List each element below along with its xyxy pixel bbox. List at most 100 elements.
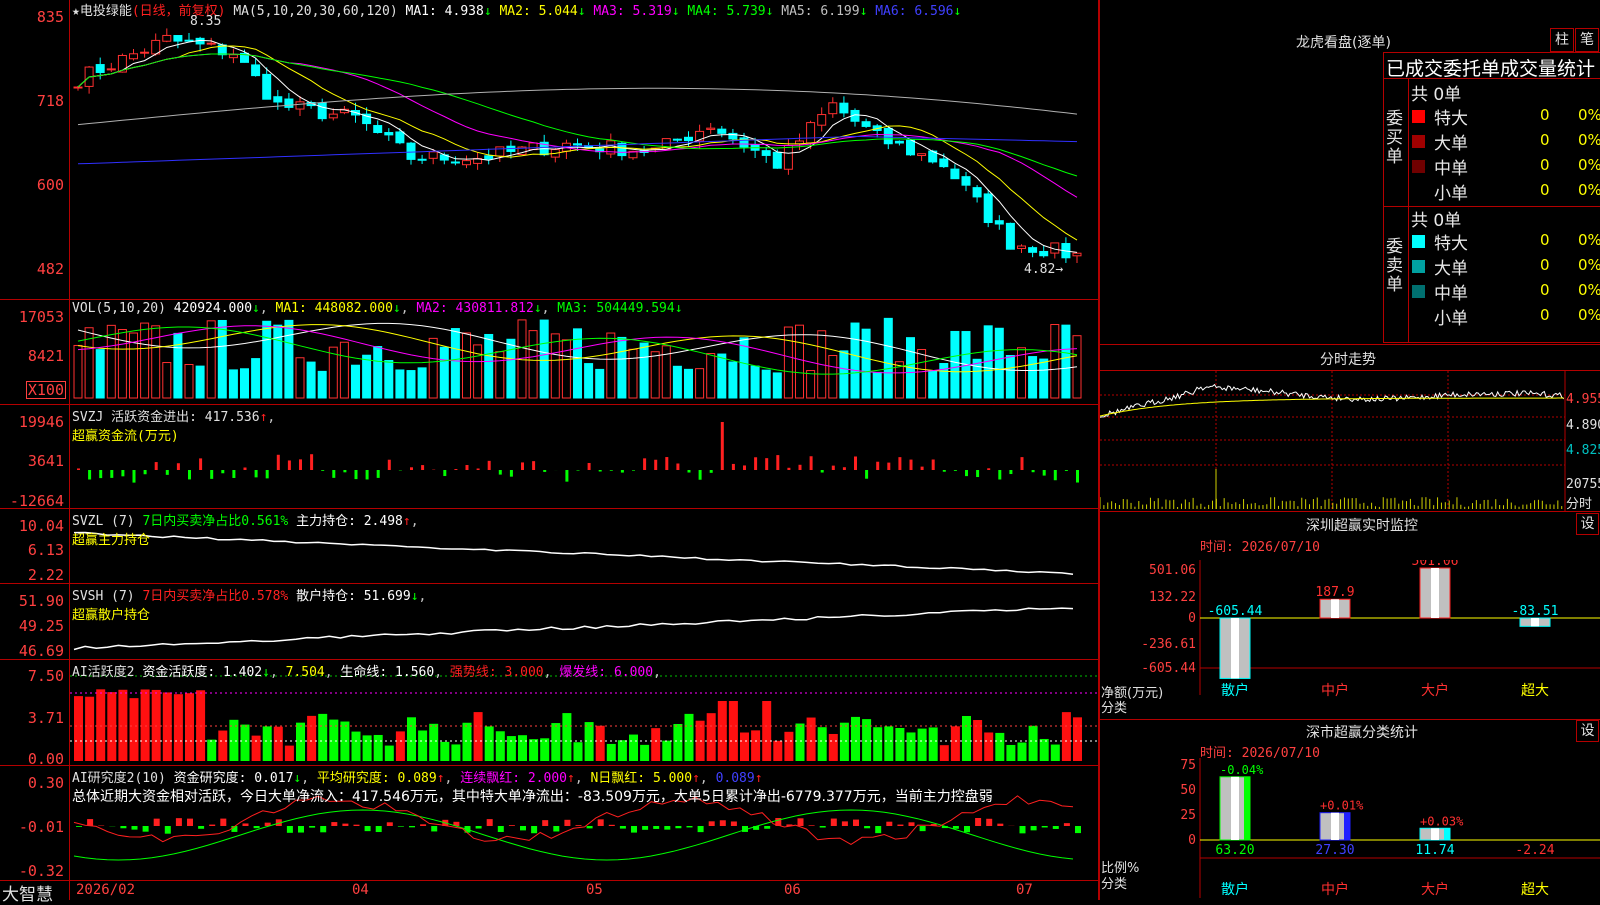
sell-side-label: 委卖单 <box>1386 238 1406 295</box>
svzl-header: SVZL (7) 7日内买卖净占比0.561% 主力持仓: 2.498↑, 超赢… <box>72 510 419 548</box>
fund-flow-bar <box>1009 470 1012 474</box>
volume-bar <box>551 334 559 398</box>
class-class-label: 分类 <box>1101 873 1127 892</box>
sz-bar-highlight <box>1231 618 1239 678</box>
research-bar <box>243 823 249 826</box>
activity-bar <box>984 732 993 761</box>
fund-flow-bar <box>155 462 158 470</box>
ai-yjd-tick: -0.32 <box>19 862 64 880</box>
class-bar-value: 11.74 <box>1415 843 1454 858</box>
svzj-tick: 3641 <box>28 452 64 470</box>
research-bar <box>176 818 182 826</box>
candle-body <box>174 36 182 42</box>
candle-body <box>918 154 926 156</box>
order-color-swatch <box>1412 260 1425 273</box>
intraday-chart[interactable] <box>1100 371 1600 511</box>
volume-bar <box>296 358 304 398</box>
class-axis-tick: 75 <box>1180 758 1196 773</box>
volume-bar <box>707 354 715 398</box>
star-icon[interactable]: ★ <box>72 4 80 19</box>
fund-flow-bar <box>88 470 91 480</box>
activity-bar <box>296 723 305 761</box>
fund-flow-bar <box>232 470 235 478</box>
fund-flow-bar <box>255 470 258 477</box>
vol-unit-badge[interactable]: X100 <box>26 381 66 399</box>
activity-bar <box>651 728 660 761</box>
volume-bar <box>784 327 792 398</box>
svzl-tick: 10.04 <box>19 517 64 535</box>
order-volume: 0 <box>1540 156 1550 174</box>
svzl-tick: 2.22 <box>28 566 64 584</box>
volume-bar <box>629 349 637 398</box>
volume-bar <box>918 349 926 398</box>
activity-bar <box>385 746 394 761</box>
volume-bar <box>507 339 515 398</box>
class-settings-button[interactable]: 设 <box>1576 720 1599 742</box>
research-bar <box>287 826 293 833</box>
dragon-title: 龙虎看盘(逐单) <box>1296 32 1391 52</box>
fund-flow-bar <box>921 467 924 470</box>
research-bar <box>798 818 804 826</box>
activity-bar <box>762 701 771 761</box>
candle-body <box>96 65 104 73</box>
fund-flow-bar <box>898 457 901 470</box>
order-volume: 0 <box>1540 231 1550 249</box>
fund-flow-bar <box>188 470 191 479</box>
activity-bar <box>418 730 427 761</box>
price-axis: 835 718 600 482 <box>0 0 68 300</box>
volume-bar <box>218 320 226 398</box>
candle-body <box>940 159 948 167</box>
volume-bar <box>718 354 726 398</box>
fund-flow-bar <box>377 470 380 478</box>
candle-body <box>229 55 237 58</box>
order-volume: 0 <box>1540 306 1550 324</box>
volume-bar <box>751 366 759 398</box>
sz-axis-tick: -236.61 <box>1141 637 1196 652</box>
date-tick: 2026/02 <box>76 882 135 898</box>
fund-flow-bar <box>876 462 879 470</box>
candle-body <box>740 138 748 147</box>
activity-bar <box>496 731 505 761</box>
sz-monitor-title: 深圳超赢实时监控 <box>1306 515 1418 535</box>
candle-body <box>496 147 504 156</box>
candle-body <box>718 129 726 133</box>
activity-bar <box>107 692 116 761</box>
volume-bar <box>729 362 737 398</box>
fund-flow-bar <box>121 470 124 476</box>
activity-bar <box>962 716 971 761</box>
fund-flow-bar <box>565 470 568 482</box>
volume-bar <box>496 352 504 398</box>
activity-bar <box>940 745 949 761</box>
volume-bar <box>696 369 704 398</box>
volume-bar <box>951 331 959 398</box>
research-bar <box>487 819 493 826</box>
vol-tick: 8421 <box>28 347 64 365</box>
fund-flow-bar <box>665 457 668 470</box>
fund-flow-bar <box>343 470 346 472</box>
volume-bar <box>673 366 681 398</box>
order-type-label: 特大 <box>1434 229 1468 254</box>
order-percent: 0% <box>1578 256 1600 274</box>
volume-bar <box>407 371 415 398</box>
research-bar <box>431 826 437 831</box>
volume-bar <box>152 326 160 398</box>
ai-summary-text: 总体近期大资金相对活跃，今日大单净流入：417.546万元，其中特大单净流出：-… <box>72 786 993 806</box>
svsh-tick: 51.90 <box>19 592 64 610</box>
tick-mode-button[interactable]: 笔 <box>1575 28 1599 52</box>
order-percent: 0% <box>1578 106 1600 124</box>
order-type-label: 中单 <box>1434 154 1468 179</box>
kline-chart-panel[interactable] <box>0 0 1100 900</box>
candle-body <box>685 137 693 140</box>
activity-bar <box>562 713 571 761</box>
fund-flow-bar <box>332 470 335 478</box>
fund-flow-bar <box>133 470 136 483</box>
bar-mode-button[interactable]: 柱 <box>1550 28 1574 52</box>
research-bar <box>476 826 482 829</box>
research-bar <box>1042 826 1048 827</box>
sz-settings-button[interactable]: 设 <box>1576 513 1599 535</box>
research-bar <box>520 826 526 830</box>
ai-hyd-tick: 0.00 <box>28 750 64 768</box>
candle-body <box>407 143 415 159</box>
fund-flow-bar <box>799 465 802 470</box>
research-bar <box>120 826 126 828</box>
